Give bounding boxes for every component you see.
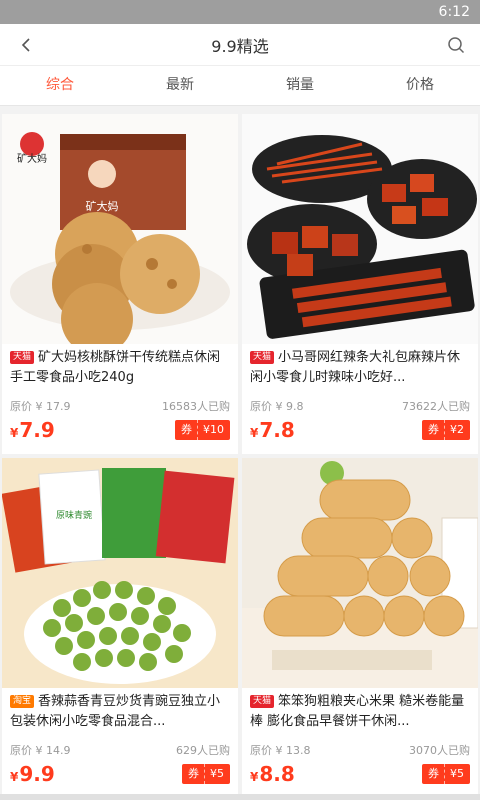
tab-sales[interactable]: 销量 [240,66,360,105]
product-card[interactable]: 天猫 小马哥网红辣条大礼包麻辣片休闲小零食儿时辣味小吃好... 原价 ¥ 9.8 … [242,114,478,454]
product-title: 天猫 笨笨狗粗粮夹心米果 糙米卷能量棒 膨化食品早餐饼干休闲... [250,692,470,732]
top-bar: 9.9精选 [0,24,480,66]
currency-symbol: ¥ [10,770,19,784]
product-name: 小马哥网红辣条大礼包麻辣片休闲小零食儿时辣味小吃好... [250,350,461,385]
sold-count: 629人已购 [176,744,230,757]
product-card[interactable]: 矿大妈 矿大妈 天猫 矿大妈核桃酥饼干传统糕点休闲手工零食品小吃240g 原价 ¥… [2,114,238,454]
sort-tabs: 综合 最新 销量 价格 [0,66,480,106]
search-icon[interactable] [444,33,468,57]
snack-bag-text: 原味青豌 [56,509,92,521]
taobao-badge: 淘宝 [10,695,35,708]
product-title: 天猫 矿大妈核桃酥饼干传统糕点休闲手工零食品小吃240g [10,348,230,388]
coupon-label: 券 [428,420,445,440]
box-brand-text: 矿大妈 [86,199,119,213]
product-grid: 矿大妈 矿大妈 天猫 矿大妈核桃酥饼干传统糕点休闲手工零食品小吃240g 原价 ¥… [0,108,480,800]
coupon-button[interactable]: 券 ¥5 [182,764,230,784]
product-name: 香辣蒜香青豆炒货青豌豆独立小包装休闲小吃零食品混合... [10,694,221,729]
original-price: 原价 ¥ 17.9 [10,400,71,413]
currency-symbol: ¥ [250,426,259,440]
product-name: 矿大妈核桃酥饼干传统糕点休闲手工零食品小吃240g [10,350,221,385]
product-image: 矿大妈 矿大妈 [2,114,238,344]
tab-comprehensive[interactable]: 综合 [0,66,120,105]
original-price: 原价 ¥ 13.8 [250,744,311,757]
coupon-label: 券 [181,420,198,440]
price-value: 9.9 [19,762,55,786]
tmall-badge: 天猫 [10,351,35,364]
coupon-value: ¥5 [450,767,464,780]
back-chevron-icon[interactable] [14,33,38,57]
tab-newest[interactable]: 最新 [120,66,240,105]
product-card[interactable]: 原味青豌 淘宝 香辣蒜香青豆炒货青豌豆独立小包装休闲小吃零食品混合... 原价 … [2,458,238,798]
product-image [242,114,478,344]
coupon-label: 券 [188,764,205,784]
coupon-value: ¥2 [450,423,464,436]
price-value: 7.8 [259,418,295,442]
product-name: 笨笨狗粗粮夹心米果 糙米卷能量棒 膨化食品早餐饼干休闲... [250,694,465,729]
product-title: 淘宝 香辣蒜香青豆炒货青豌豆独立小包装休闲小吃零食品混合... [10,692,230,732]
price-value: 7.9 [19,418,55,442]
sale-price: ¥9.9 [10,762,55,786]
coupon-button[interactable]: 券 ¥5 [422,764,470,784]
clock: 6:12 [438,4,470,20]
brand-logo-text: 矿大妈 [17,152,47,165]
currency-symbol: ¥ [10,426,19,440]
page-title: 9.9精选 [211,36,269,56]
tmall-badge: 天猫 [250,695,275,708]
currency-symbol: ¥ [250,770,259,784]
sale-price: ¥7.9 [10,418,55,442]
coupon-value: ¥10 [203,423,224,436]
tmall-badge: 天猫 [250,351,275,364]
coupon-button[interactable]: 券 ¥10 [175,420,230,440]
product-card[interactable]: 天猫 笨笨狗粗粮夹心米果 糙米卷能量棒 膨化食品早餐饼干休闲... 原价 ¥ 13… [242,458,478,798]
sold-count: 3070人已购 [409,744,470,757]
coupon-value: ¥5 [210,767,224,780]
product-image: 原味青豌 [2,458,238,688]
coupon-label: 券 [428,764,445,784]
sold-count: 16583人已购 [162,400,230,413]
product-image [242,458,478,688]
bottom-edge [0,794,480,800]
coupon-button[interactable]: 券 ¥2 [422,420,470,440]
status-bar: 6:12 [0,0,480,24]
price-value: 8.8 [259,762,295,786]
sale-price: ¥7.8 [250,418,295,442]
original-price: 原价 ¥ 14.9 [10,744,71,757]
original-price: 原价 ¥ 9.8 [250,400,304,413]
sale-price: ¥8.8 [250,762,295,786]
tab-price[interactable]: 价格 [360,66,480,105]
sold-count: 73622人已购 [402,400,470,413]
product-title: 天猫 小马哥网红辣条大礼包麻辣片休闲小零食儿时辣味小吃好... [250,348,470,388]
